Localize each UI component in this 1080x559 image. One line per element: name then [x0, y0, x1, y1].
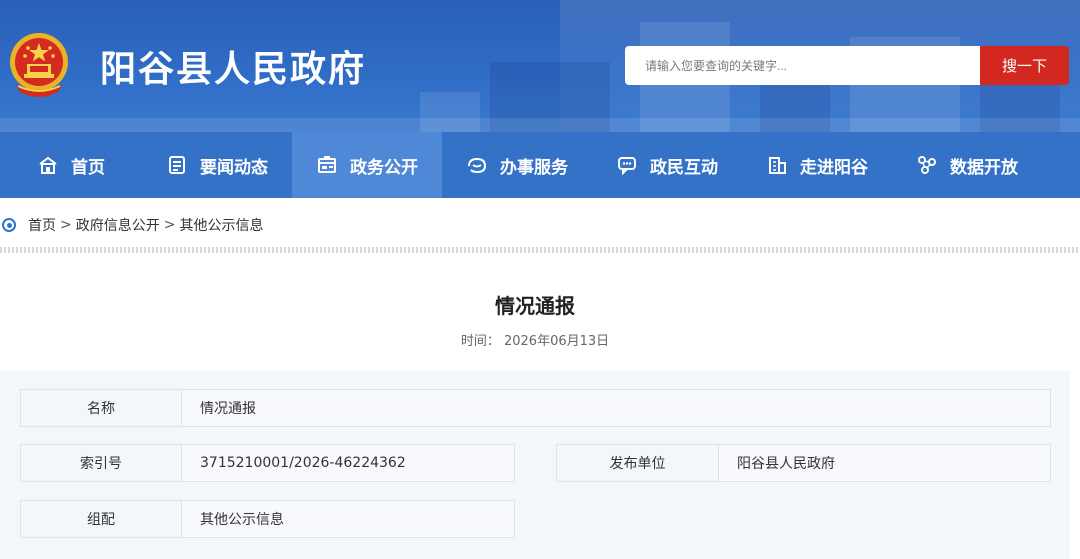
time-value: 2026年06月13日 [503, 334, 610, 349]
nav-item-open-government[interactable]: 政务公开 [292, 132, 442, 198]
nav-item-interaction[interactable]: 政民互动 [592, 132, 742, 198]
nav-item-about[interactable]: 走进阳谷 [742, 132, 892, 198]
nav-item-label: 走进阳谷 [800, 157, 868, 178]
home-icon [37, 154, 59, 176]
breadcrumb-separator: > [60, 217, 72, 233]
main-nav: 首页 要闻动态 政务公开 办事服务 政民互动 走进阳谷 数据开放 [0, 132, 1080, 198]
article-time: 时间： 2026年06月13日 [0, 330, 1070, 349]
nav-item-service[interactable]: 办事服务 [442, 132, 592, 198]
index-label: 索引号 [20, 444, 182, 482]
nav-item-label: 办事服务 [500, 157, 568, 178]
search-button[interactable]: 搜一下 [980, 46, 1069, 85]
info-table: 名称 情况通报 索引号 3715210001/2026-46224362 发布单… [0, 371, 1070, 559]
nav-item-data[interactable]: 数据开放 [892, 132, 1042, 198]
data-icon [916, 154, 938, 176]
category-label: 组配 [20, 500, 182, 538]
open-government-icon [316, 154, 338, 176]
breadcrumb-separator: > [163, 217, 176, 233]
dotted-divider [0, 247, 1080, 253]
site-title: 阳谷县人民政府 [100, 49, 367, 90]
location-icon [2, 218, 16, 232]
nav-item-news[interactable]: 要闻动态 [142, 132, 292, 198]
breadcrumb-item-gov-info[interactable]: 政府信息公开 [76, 215, 160, 235]
publisher-value: 阳谷县人民政府 [718, 444, 1051, 482]
nav-item-label: 首页 [71, 157, 105, 178]
name-value: 情况通报 [181, 389, 1051, 427]
breadcrumb-item-home[interactable]: 首页 [28, 215, 56, 235]
breadcrumb: 首页 > 政府信息公开 > 其他公示信息 [0, 213, 263, 237]
nav-item-home[interactable]: 首页 [0, 132, 142, 198]
time-label: 时间： [460, 334, 500, 349]
nav-item-label: 要闻动态 [200, 157, 268, 178]
publisher-label: 发布单位 [556, 444, 719, 482]
nav-item-label: 数据开放 [950, 157, 1018, 178]
building-icon [766, 154, 788, 176]
search-input[interactable] [625, 46, 981, 85]
site-header: 阳谷县人民政府 搜一下 [0, 0, 1080, 132]
nav-item-label: 政务公开 [350, 157, 418, 178]
news-icon [166, 154, 188, 176]
national-emblem-icon [8, 30, 70, 100]
chat-icon [616, 154, 638, 176]
service-icon [466, 154, 488, 176]
name-label: 名称 [20, 389, 182, 427]
breadcrumb-item-other-info[interactable]: 其他公示信息 [179, 215, 263, 235]
article-title: 情况通报 [495, 294, 575, 318]
category-value: 其他公示信息 [181, 500, 515, 538]
skyline-base [0, 118, 1080, 132]
nav-item-label: 政民互动 [650, 157, 718, 178]
index-value: 3715210001/2026-46224362 [181, 444, 515, 482]
